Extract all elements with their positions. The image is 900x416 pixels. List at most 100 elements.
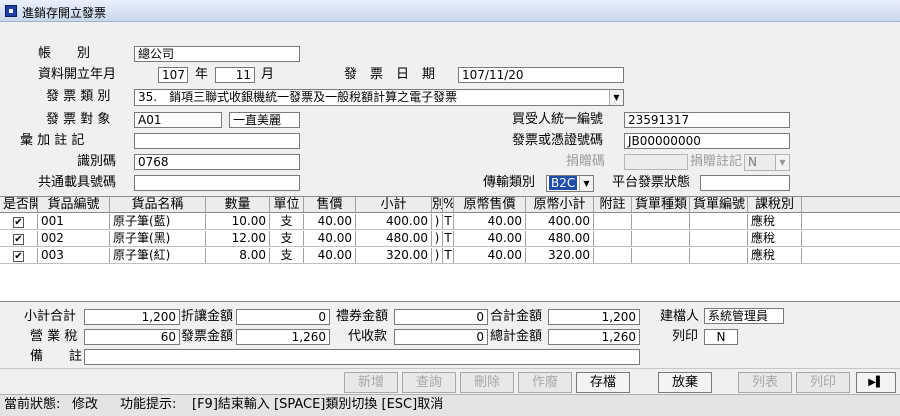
- subtotal-field[interactable]: 1,200: [84, 309, 180, 325]
- buyer-tax-field[interactable]: 23591317: [624, 112, 790, 128]
- id-code-field[interactable]: 0768: [134, 154, 300, 170]
- item-subtotal[interactable]: 480.00: [356, 231, 432, 246]
- item-doc-type[interactable]: [632, 231, 690, 246]
- col-header[interactable]: 附註: [594, 197, 632, 212]
- item-price[interactable]: 40.00: [304, 214, 356, 229]
- item-unit[interactable]: 支: [270, 248, 304, 263]
- customer-code-field[interactable]: A01: [134, 112, 222, 128]
- row-checkbox[interactable]: ✔: [13, 250, 24, 262]
- col-header[interactable]: 貨品名稱: [110, 197, 206, 212]
- voucher-field[interactable]: 0: [394, 309, 488, 325]
- item-qty[interactable]: 10.00: [206, 214, 270, 229]
- customer-name-field[interactable]: 一直美麗: [229, 112, 300, 128]
- carrier-field[interactable]: [134, 175, 300, 191]
- total-field[interactable]: 1,200: [548, 309, 640, 325]
- collect-field[interactable]: 0: [394, 329, 488, 345]
- print-button[interactable]: 列印: [796, 372, 850, 393]
- year-field[interactable]: 107: [158, 67, 188, 83]
- item-name[interactable]: 原子筆(藍): [110, 214, 206, 229]
- invoice-amount-field[interactable]: 1,260: [236, 329, 330, 345]
- item-pct[interactable]: T: [443, 214, 454, 229]
- item-price[interactable]: 40.00: [304, 231, 356, 246]
- col-header[interactable]: %: [443, 197, 454, 212]
- item-name[interactable]: 原子筆(紅): [110, 248, 206, 263]
- item-subtotal[interactable]: 320.00: [356, 248, 432, 263]
- item-doc-no[interactable]: [690, 214, 748, 229]
- transmit-select[interactable]: B2C ▼: [546, 175, 594, 192]
- extra-note-field[interactable]: [134, 133, 300, 149]
- tax-field[interactable]: 60: [84, 329, 180, 345]
- item-note[interactable]: [594, 231, 632, 246]
- col-header[interactable]: 課稅別: [748, 197, 802, 212]
- item-subtotal[interactable]: 400.00: [356, 214, 432, 229]
- item-code[interactable]: 001: [38, 214, 110, 229]
- item-unit[interactable]: 支: [270, 231, 304, 246]
- item-name[interactable]: 原子筆(黑): [110, 231, 206, 246]
- item-code[interactable]: 003: [38, 248, 110, 263]
- item-orig-subtotal[interactable]: 480.00: [526, 231, 594, 246]
- col-header[interactable]: 貨單編號: [690, 197, 748, 212]
- year-unit: 年: [195, 67, 209, 82]
- item-orig-price[interactable]: 40.00: [454, 231, 526, 246]
- row-checkbox[interactable]: ✔: [13, 216, 24, 228]
- row-checkbox[interactable]: ✔: [13, 233, 24, 245]
- item-unit[interactable]: 支: [270, 214, 304, 229]
- void-button[interactable]: 作廢: [518, 372, 572, 393]
- item-note[interactable]: [594, 248, 632, 263]
- item-doc-type[interactable]: [632, 248, 690, 263]
- item-tax[interactable]: 應稅: [748, 231, 802, 246]
- item-currency[interactable]: ): [432, 248, 443, 263]
- discard-button[interactable]: 放棄: [658, 372, 712, 393]
- col-header[interactable]: 數量: [206, 197, 270, 212]
- creator-field[interactable]: 系統管理員: [704, 308, 784, 324]
- query-button[interactable]: 查詢: [402, 372, 456, 393]
- col-header[interactable]: 是否開: [0, 197, 38, 212]
- table-row[interactable]: ✔ 002 原子筆(黑) 12.00 支 40.00 480.00 ) T 40…: [0, 231, 900, 247]
- item-orig-subtotal[interactable]: 400.00: [526, 214, 594, 229]
- col-header[interactable]: 單位: [270, 197, 304, 212]
- grand-total-field[interactable]: 1,260: [548, 329, 640, 345]
- item-note[interactable]: [594, 214, 632, 229]
- chevron-down-icon[interactable]: ▼: [579, 176, 593, 191]
- item-doc-no[interactable]: [690, 231, 748, 246]
- item-pct[interactable]: T: [443, 231, 454, 246]
- col-header[interactable]: 別: [432, 197, 443, 212]
- invoice-date-field[interactable]: 107/11/20: [458, 67, 624, 83]
- invoice-type-select[interactable]: 35. 銷項三聯式收銀機統一發票及一般稅額計算之電子發票 ▼: [134, 89, 624, 106]
- add-button[interactable]: 新增: [344, 372, 398, 393]
- col-header[interactable]: 貨單種類: [632, 197, 690, 212]
- item-doc-type[interactable]: [632, 214, 690, 229]
- chevron-down-icon[interactable]: ▼: [609, 90, 623, 105]
- item-orig-subtotal[interactable]: 320.00: [526, 248, 594, 263]
- col-header[interactable]: 小計: [356, 197, 432, 212]
- item-orig-price[interactable]: 40.00: [454, 248, 526, 263]
- item-qty[interactable]: 12.00: [206, 231, 270, 246]
- col-header[interactable]: 貨品編號: [38, 197, 110, 212]
- item-tax[interactable]: 應稅: [748, 248, 802, 263]
- item-currency[interactable]: ): [432, 231, 443, 246]
- item-orig-price[interactable]: 40.00: [454, 214, 526, 229]
- save-button[interactable]: 存檔: [576, 372, 630, 393]
- item-price[interactable]: 40.00: [304, 248, 356, 263]
- col-header[interactable]: 售價: [304, 197, 356, 212]
- item-code[interactable]: 002: [38, 231, 110, 246]
- item-doc-no[interactable]: [690, 248, 748, 263]
- table-row[interactable]: ✔ 001 原子筆(藍) 10.00 支 40.00 400.00 ) T 40…: [0, 214, 900, 230]
- item-currency[interactable]: ): [432, 214, 443, 229]
- discount-field[interactable]: 0: [236, 309, 330, 325]
- account-field[interactable]: 總公司: [134, 46, 300, 62]
- col-header[interactable]: 原幣售價: [454, 197, 526, 212]
- item-pct[interactable]: T: [443, 248, 454, 263]
- list-button[interactable]: 列表: [738, 372, 792, 393]
- delete-button[interactable]: 刪除: [460, 372, 514, 393]
- col-header[interactable]: 原幣小計: [526, 197, 594, 212]
- print-flag-field[interactable]: N: [704, 329, 738, 345]
- item-qty[interactable]: 8.00: [206, 248, 270, 263]
- invoice-no-field[interactable]: JB00000000: [624, 133, 790, 149]
- next-icon[interactable]: ▶▌: [856, 372, 896, 393]
- table-row[interactable]: ✔ 003 原子筆(紅) 8.00 支 40.00 320.00 ) T 40.…: [0, 248, 900, 264]
- month-field[interactable]: 11: [215, 67, 255, 83]
- item-tax[interactable]: 應稅: [748, 214, 802, 229]
- platform-field[interactable]: [700, 175, 790, 191]
- remark-field[interactable]: [84, 349, 640, 365]
